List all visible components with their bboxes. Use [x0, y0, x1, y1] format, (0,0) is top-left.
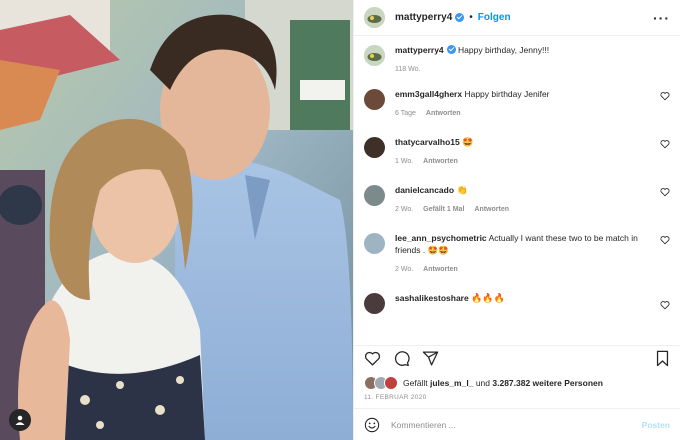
comment-time[interactable]: 1 Wo.	[395, 158, 413, 165]
verified-badge-icon	[446, 45, 456, 54]
likes-prefix: Gefällt	[403, 378, 428, 388]
post-actions	[354, 345, 680, 371]
post-photo[interactable]	[0, 0, 353, 440]
likes-summary: Gefällt jules_m_l_ und 3.287.382 weitere…	[354, 371, 680, 391]
comments-list[interactable]: mattyperry4 Happy birthday, Jenny!!! 118…	[354, 36, 680, 345]
comment-input[interactable]	[389, 418, 642, 431]
comment-likes-count[interactable]: Gefällt 1 Mal	[423, 206, 464, 213]
likes-middle: und	[475, 378, 490, 388]
caption-body: mattyperry4 Happy birthday, Jenny!!! 118…	[395, 44, 670, 84]
caption-time[interactable]: 118 Wo.	[395, 66, 420, 73]
comment-body: lee_ann_psychometric Actually I want the…	[395, 232, 670, 292]
caption-avatar[interactable]	[364, 45, 385, 66]
author-username[interactable]: mattyperry4	[395, 12, 452, 23]
more-options-icon[interactable]: ···	[653, 10, 670, 26]
add-comment-bar: Posten	[354, 408, 680, 440]
caption: mattyperry4 Happy birthday, Jenny!!! 118…	[364, 44, 670, 84]
caption-text: Happy birthday, Jenny!!!	[458, 45, 550, 55]
comment-username[interactable]: sashalikestoshare	[395, 293, 469, 303]
separator-dot: •	[469, 12, 473, 23]
post-button[interactable]: Posten	[642, 420, 670, 430]
user-tag-icon[interactable]	[9, 409, 31, 431]
post-header: mattyperry4 • Folgen ···	[354, 0, 680, 36]
reply-button[interactable]: Antworten	[426, 110, 461, 117]
comment-item: lee_ann_psychometric Actually I want the…	[364, 232, 670, 292]
comment-meta: 6 Tage Antworten	[395, 108, 650, 120]
comment-heart-icon[interactable]	[660, 139, 670, 149]
comment-avatar[interactable]	[364, 137, 385, 158]
comment-body: danielcancado 👏 2 Wo. Gefällt 1 Mal Antwor…	[395, 184, 670, 232]
comment-heart-icon[interactable]	[660, 235, 670, 245]
comment-heart-icon[interactable]	[660, 91, 670, 101]
comment-icon[interactable]	[393, 350, 410, 367]
comment-text: 👏	[456, 185, 468, 195]
comment-text: Happy birthday Jenifer	[464, 89, 550, 99]
comment-text: 🔥🔥🔥	[471, 293, 505, 303]
liker-avatar	[384, 376, 398, 390]
reply-button[interactable]: Antworten	[423, 266, 458, 273]
author-avatar[interactable]	[364, 7, 385, 28]
comment-body: emm3gall4gherx Happy birthday Jenifer 6 …	[395, 88, 670, 136]
comment-username[interactable]: lee_ann_psychometric	[395, 233, 487, 243]
comment-meta: 1 Wo. Antworten	[395, 156, 650, 168]
comment-username[interactable]: thatycarvalho15	[395, 137, 460, 147]
comment-time[interactable]: 6 Tage	[395, 110, 416, 117]
comment-body: sashalikestoshare 🔥🔥🔥	[395, 292, 670, 322]
post-image	[0, 0, 353, 440]
comment-username[interactable]: danielcancado	[395, 185, 454, 195]
comment-heart-icon[interactable]	[660, 300, 670, 310]
comment-meta: 2 Wo. Gefällt 1 Mal Antworten	[395, 204, 650, 216]
liker-avatars	[364, 376, 398, 390]
verified-badge-icon	[455, 13, 465, 22]
comment-username[interactable]: emm3gall4gherx	[395, 89, 462, 99]
reply-button[interactable]: Antworten	[474, 206, 509, 213]
comment-item: danielcancado 👏 2 Wo. Gefällt 1 Mal Antwor…	[364, 184, 670, 232]
comment-avatar[interactable]	[364, 185, 385, 206]
caption-meta: 118 Wo.	[395, 64, 650, 76]
comment-time[interactable]: 2 Wo.	[395, 206, 413, 213]
comment-meta: 2 Wo. Antworten	[395, 264, 650, 276]
reply-button[interactable]: Antworten	[423, 158, 458, 165]
liked-by-user[interactable]: jules_m_l_	[430, 378, 473, 388]
caption-username[interactable]: mattyperry4	[395, 45, 444, 55]
comment-time[interactable]: 2 Wo.	[395, 266, 413, 273]
comment-item: emm3gall4gherx Happy birthday Jenifer 6 …	[364, 88, 670, 136]
post-date[interactable]: 11. FEBRUAR 2020	[354, 391, 680, 408]
comment-item: sashalikestoshare 🔥🔥🔥	[364, 292, 670, 322]
follow-button[interactable]: Folgen	[478, 12, 511, 23]
smiley-icon[interactable]	[364, 417, 380, 433]
comment-avatar[interactable]	[364, 233, 385, 254]
post-details-panel: mattyperry4 • Folgen ··· mattyperry4 Hap…	[353, 0, 680, 440]
paper-plane-icon[interactable]	[422, 350, 439, 367]
likes-count[interactable]: 3.287.382 weitere Personen	[492, 378, 603, 388]
comment-heart-icon[interactable]	[660, 187, 670, 197]
comment-item: thatycarvalho15 🤩 1 Wo. Antworten	[364, 136, 670, 184]
comment-avatar[interactable]	[364, 293, 385, 314]
comment-body: thatycarvalho15 🤩 1 Wo. Antworten	[395, 136, 670, 184]
bookmark-icon[interactable]	[655, 350, 670, 367]
heart-icon[interactable]	[364, 350, 381, 367]
comment-text: 🤩	[462, 137, 474, 147]
comment-avatar[interactable]	[364, 89, 385, 110]
